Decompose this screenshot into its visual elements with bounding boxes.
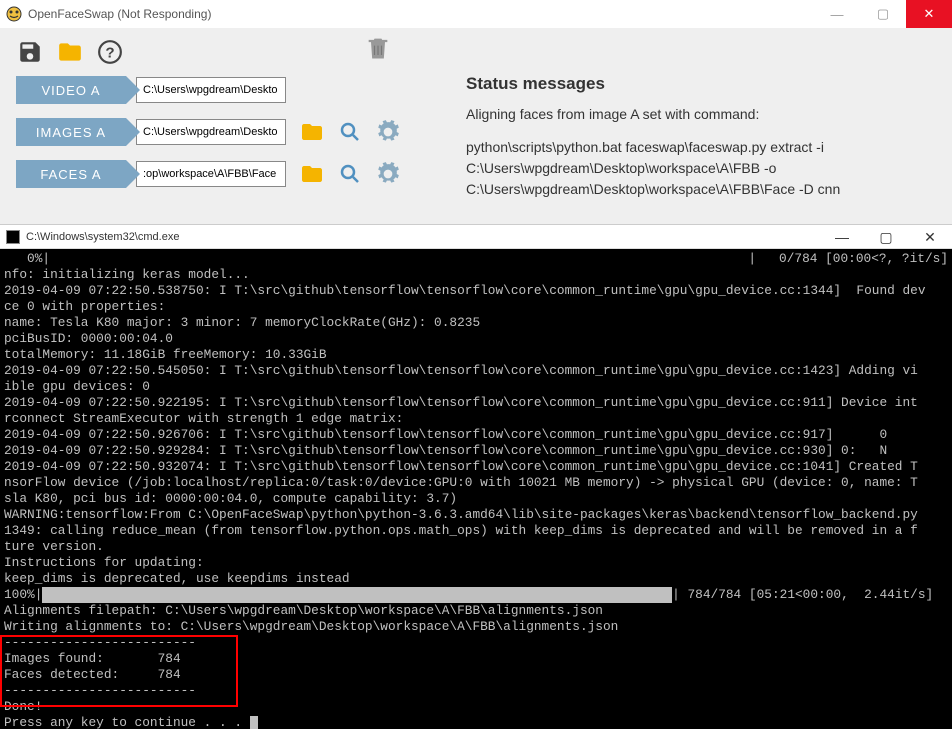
trash-icon[interactable] [364,34,392,62]
cmd-window: C:\Windows\system32\cmd.exe — ▢ ✕ 0%| | 0… [0,224,952,729]
done-text: Done! Press any key to continue . . . [4,699,250,729]
folder-open-icon[interactable] [298,118,326,146]
terminal-log: nfo: initializing keras model... 2019-04… [4,267,926,586]
faces-a-path[interactable] [136,161,286,187]
app-icon [6,6,22,22]
cmd-title: C:\Windows\system32\cmd.exe [26,231,179,243]
settings-icon[interactable] [374,160,402,188]
window-controls: — ▢ ✕ [814,0,952,28]
settings-icon[interactable] [374,118,402,146]
left-panel: VIDEO A IMAGES A FACES A [16,74,436,212]
status-panel: Status messages Aligning faces from imag… [436,74,936,212]
main-titlebar: OpenFaceSwap (Not Responding) — ▢ ✕ [0,0,952,28]
video-a-path[interactable] [136,77,286,103]
faces-a-button[interactable]: FACES A [16,160,126,188]
status-line2: python\scripts\python.bat faceswap\faces… [466,137,936,200]
save-icon[interactable] [16,38,44,66]
folder-icon[interactable] [56,38,84,66]
cmd-close-button[interactable]: ✕ [908,225,952,249]
svg-text:?: ? [105,44,114,61]
main-window: OpenFaceSwap (Not Responding) — ▢ ✕ ? V [0,0,952,224]
alignments-text: Alignments filepath: C:\Users\wpgdream\D… [4,603,618,634]
status-title: Status messages [466,74,936,94]
search-icon[interactable] [336,160,364,188]
cmd-titlebar: C:\Windows\system32\cmd.exe — ▢ ✕ [0,225,952,249]
minimize-button[interactable]: — [814,0,860,28]
close-button[interactable]: ✕ [906,0,952,28]
progress-bar [42,587,672,603]
summary-box: ------------------------- Images found: … [4,635,196,698]
progress-right: | 784/784 [05:21<00:00, 2.44it/s] [672,587,933,602]
help-icon[interactable]: ? [96,38,124,66]
folder-open-icon[interactable] [298,160,326,188]
title-text: OpenFaceSwap (Not Responding) [28,7,211,21]
search-icon[interactable] [336,118,364,146]
terminal-output: 0%| | 0/784 [00:00<?, ?it/s] nfo: initial… [0,249,952,729]
cmd-maximize-button[interactable]: ▢ [864,225,908,249]
progress-100: 100%| [4,587,42,602]
cursor [250,716,258,729]
progress-start-right: | 0/784 [00:00<?, ?it/s] [748,251,948,267]
cmd-icon [6,230,20,244]
cmd-minimize-button[interactable]: — [820,225,864,249]
toolbar: ? [0,28,952,74]
images-a-button[interactable]: IMAGES A [16,118,126,146]
images-a-path[interactable] [136,119,286,145]
maximize-button[interactable]: ▢ [860,0,906,28]
progress-start: 0%| [4,251,50,266]
status-line1: Aligning faces from image A set with com… [466,104,936,125]
video-a-button[interactable]: VIDEO A [16,76,126,104]
